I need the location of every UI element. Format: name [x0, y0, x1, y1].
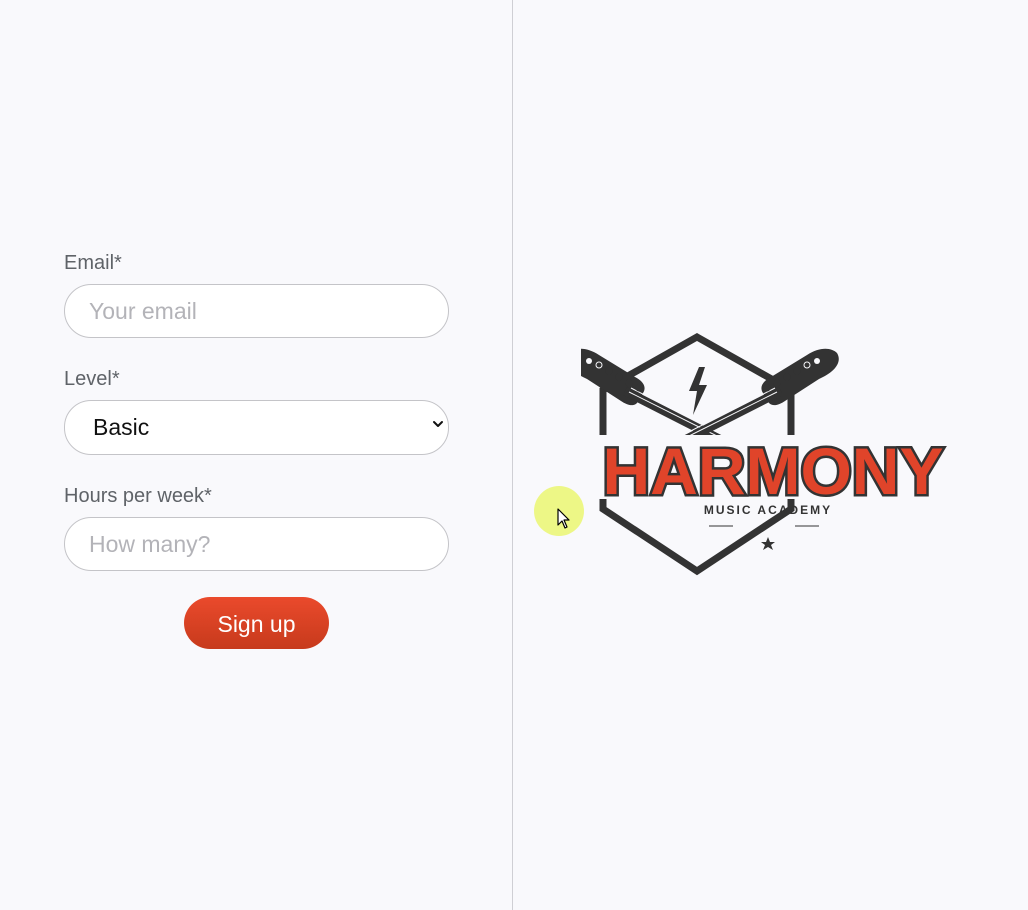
level-label: Level*: [64, 368, 120, 390]
star-icon: [761, 537, 775, 550]
lightning-icon: [689, 367, 707, 415]
email-input[interactable]: [64, 284, 449, 338]
mouse-cursor-icon: [557, 508, 570, 529]
level-select-value: Basic: [64, 400, 449, 455]
harmony-logo: HARMONY MUSIC ACADEMY: [581, 333, 965, 576]
chevron-down-icon: [433, 421, 443, 427]
logo-subtitle: MUSIC ACADEMY: [704, 503, 832, 517]
level-select[interactable]: Basic: [64, 400, 449, 455]
level-field-group: Level* Basic: [64, 368, 449, 455]
email-field-group: Email*: [64, 252, 449, 338]
form-pane: Email* Level* Basic Hours per week* Sign…: [0, 0, 513, 910]
hours-label: Hours per week*: [64, 485, 212, 507]
logo-pane: HARMONY MUSIC ACADEMY: [513, 0, 1028, 910]
hours-field-group: Hours per week*: [64, 485, 449, 571]
email-label: Email*: [64, 252, 122, 274]
hours-input[interactable]: [64, 517, 449, 571]
signup-form: Email* Level* Basic Hours per week* Sign…: [64, 252, 449, 649]
signup-page: Email* Level* Basic Hours per week* Sign…: [0, 0, 1028, 910]
button-row: Sign up: [64, 597, 449, 649]
logo-title: HARMONY: [603, 434, 944, 508]
signup-button[interactable]: Sign up: [184, 597, 329, 649]
